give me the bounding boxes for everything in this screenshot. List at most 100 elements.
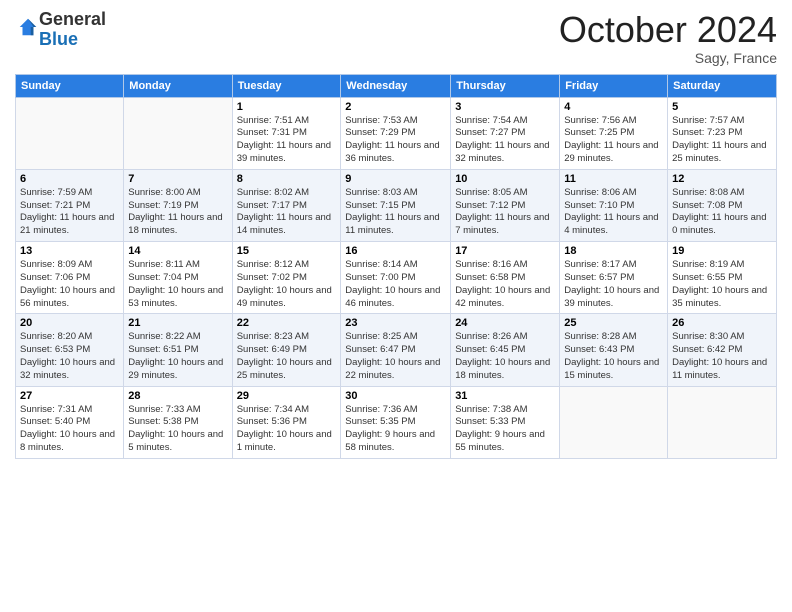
day-number: 24 [455,317,555,329]
day-number: 11 [564,173,663,185]
day-info: Sunrise: 8:26 AMSunset: 6:45 PMDaylight:… [455,331,555,382]
logo-blue-text: Blue [39,29,78,49]
day-info: Sunrise: 8:25 AMSunset: 6:47 PMDaylight:… [345,331,446,382]
day-number: 15 [237,245,337,257]
calendar-cell: 26 Sunrise: 8:30 AMSunset: 6:42 PMDayligh… [668,314,777,386]
day-info: Sunrise: 7:38 AMSunset: 5:33 PMDaylight:… [455,404,555,455]
calendar-week-row: 13 Sunrise: 8:09 AMSunset: 7:06 PMDayligh… [16,242,777,314]
header: General Blue October 2024 Sagy, France [15,10,777,66]
calendar-cell: 7 Sunrise: 8:00 AMSunset: 7:19 PMDaylight… [124,169,232,241]
day-info: Sunrise: 8:30 AMSunset: 6:42 PMDaylight:… [672,331,772,382]
day-number: 14 [128,245,227,257]
day-number: 8 [237,173,337,185]
day-info: Sunrise: 7:59 AMSunset: 7:21 PMDaylight:… [20,187,119,238]
calendar-cell: 3Sunrise: 7:54 AMSunset: 7:27 PMDaylight… [451,97,560,169]
day-number: 6 [20,173,119,185]
month-title: October 2024 [559,10,777,50]
calendar-cell: 19 Sunrise: 8:19 AMSunset: 6:55 PMDayligh… [668,242,777,314]
day-number: 22 [237,317,337,329]
calendar-cell: 27 Sunrise: 7:31 AMSunset: 5:40 PMDayligh… [16,386,124,458]
calendar-cell: 31 Sunrise: 7:38 AMSunset: 5:33 PMDayligh… [451,386,560,458]
calendar-cell: 22 Sunrise: 8:23 AMSunset: 6:49 PMDayligh… [232,314,341,386]
day-info: Sunrise: 8:00 AMSunset: 7:19 PMDaylight:… [128,187,227,238]
title-block: October 2024 Sagy, France [559,10,777,66]
day-number: 3 [455,101,555,113]
day-number: 29 [237,390,337,402]
day-info: Sunrise: 7:33 AMSunset: 5:38 PMDaylight:… [128,404,227,455]
day-number: 4 [564,101,663,113]
calendar-week-row: 1Sunrise: 7:51 AMSunset: 7:31 PMDaylight… [16,97,777,169]
logo-icon [17,16,39,38]
day-info: Sunrise: 7:51 AMSunset: 7:31 PMDaylight:… [237,115,337,166]
calendar-cell: 23Sunrise: 8:25 AMSunset: 6:47 PMDayligh… [341,314,451,386]
calendar-cell: 24 Sunrise: 8:26 AMSunset: 6:45 PMDayligh… [451,314,560,386]
day-info: Sunrise: 8:11 AMSunset: 7:04 PMDaylight:… [128,259,227,310]
calendar-cell: 21 Sunrise: 8:22 AMSunset: 6:51 PMDayligh… [124,314,232,386]
calendar-cell: 20 Sunrise: 8:20 AMSunset: 6:53 PMDayligh… [16,314,124,386]
day-number: 19 [672,245,772,257]
day-number: 12 [672,173,772,185]
calendar-cell [124,97,232,169]
calendar-cell: 10Sunrise: 8:05 AMSunset: 7:12 PMDayligh… [451,169,560,241]
day-info: Sunrise: 8:02 AMSunset: 7:17 PMDaylight:… [237,187,337,238]
col-thursday: Thursday [451,74,560,97]
day-number: 5 [672,101,772,113]
calendar-header-row: Sunday Monday Tuesday Wednesday Thursday… [16,74,777,97]
day-info: Sunrise: 7:56 AMSunset: 7:25 PMDaylight:… [564,115,663,166]
calendar-week-row: 6 Sunrise: 7:59 AMSunset: 7:21 PMDaylight… [16,169,777,241]
day-number: 28 [128,390,227,402]
day-info: Sunrise: 8:19 AMSunset: 6:55 PMDaylight:… [672,259,772,310]
day-info: Sunrise: 8:20 AMSunset: 6:53 PMDaylight:… [20,331,119,382]
day-number: 25 [564,317,663,329]
day-number: 9 [345,173,446,185]
day-info: Sunrise: 7:57 AMSunset: 7:23 PMDaylight:… [672,115,772,166]
day-number: 31 [455,390,555,402]
page: General Blue October 2024 Sagy, France S… [0,0,792,612]
calendar-cell [16,97,124,169]
day-info: Sunrise: 8:06 AMSunset: 7:10 PMDaylight:… [564,187,663,238]
calendar-cell [668,386,777,458]
day-info: Sunrise: 8:09 AMSunset: 7:06 PMDaylight:… [20,259,119,310]
day-info: Sunrise: 8:12 AMSunset: 7:02 PMDaylight:… [237,259,337,310]
calendar-week-row: 27 Sunrise: 7:31 AMSunset: 5:40 PMDayligh… [16,386,777,458]
day-info: Sunrise: 8:22 AMSunset: 6:51 PMDaylight:… [128,331,227,382]
calendar-cell: 11 Sunrise: 8:06 AMSunset: 7:10 PMDayligh… [560,169,668,241]
calendar-cell: 15 Sunrise: 8:12 AMSunset: 7:02 PMDayligh… [232,242,341,314]
calendar-cell: 25 Sunrise: 8:28 AMSunset: 6:43 PMDayligh… [560,314,668,386]
day-info: Sunrise: 8:16 AMSunset: 6:58 PMDaylight:… [455,259,555,310]
calendar-cell [560,386,668,458]
day-number: 7 [128,173,227,185]
calendar-cell: 14 Sunrise: 8:11 AMSunset: 7:04 PMDayligh… [124,242,232,314]
calendar-cell: 12Sunrise: 8:08 AMSunset: 7:08 PMDayligh… [668,169,777,241]
day-info: Sunrise: 8:05 AMSunset: 7:12 PMDaylight:… [455,187,555,238]
calendar-cell: 17 Sunrise: 8:16 AMSunset: 6:58 PMDayligh… [451,242,560,314]
day-number: 13 [20,245,119,257]
day-number: 20 [20,317,119,329]
day-number: 21 [128,317,227,329]
col-wednesday: Wednesday [341,74,451,97]
calendar-cell: 4 Sunrise: 7:56 AMSunset: 7:25 PMDaylight… [560,97,668,169]
calendar-cell: 16 Sunrise: 8:14 AMSunset: 7:00 PMDayligh… [341,242,451,314]
day-number: 26 [672,317,772,329]
logo-general-text: General [39,9,106,29]
calendar-cell: 28 Sunrise: 7:33 AMSunset: 5:38 PMDayligh… [124,386,232,458]
location: Sagy, France [559,50,777,66]
day-info: Sunrise: 8:28 AMSunset: 6:43 PMDaylight:… [564,331,663,382]
day-number: 16 [345,245,446,257]
day-info: Sunrise: 8:23 AMSunset: 6:49 PMDaylight:… [237,331,337,382]
calendar-cell: 2Sunrise: 7:53 AMSunset: 7:29 PMDaylight… [341,97,451,169]
col-friday: Friday [560,74,668,97]
logo: General Blue [15,10,106,50]
day-number: 17 [455,245,555,257]
col-monday: Monday [124,74,232,97]
calendar-week-row: 20 Sunrise: 8:20 AMSunset: 6:53 PMDayligh… [16,314,777,386]
day-info: Sunrise: 7:53 AMSunset: 7:29 PMDaylight:… [345,115,446,166]
calendar-cell: 1Sunrise: 7:51 AMSunset: 7:31 PMDaylight… [232,97,341,169]
day-info: Sunrise: 7:31 AMSunset: 5:40 PMDaylight:… [20,404,119,455]
calendar-table: Sunday Monday Tuesday Wednesday Thursday… [15,74,777,459]
col-saturday: Saturday [668,74,777,97]
day-info: Sunrise: 7:36 AMSunset: 5:35 PMDaylight:… [345,404,446,455]
day-info: Sunrise: 8:14 AMSunset: 7:00 PMDaylight:… [345,259,446,310]
day-number: 27 [20,390,119,402]
day-info: Sunrise: 8:17 AMSunset: 6:57 PMDaylight:… [564,259,663,310]
